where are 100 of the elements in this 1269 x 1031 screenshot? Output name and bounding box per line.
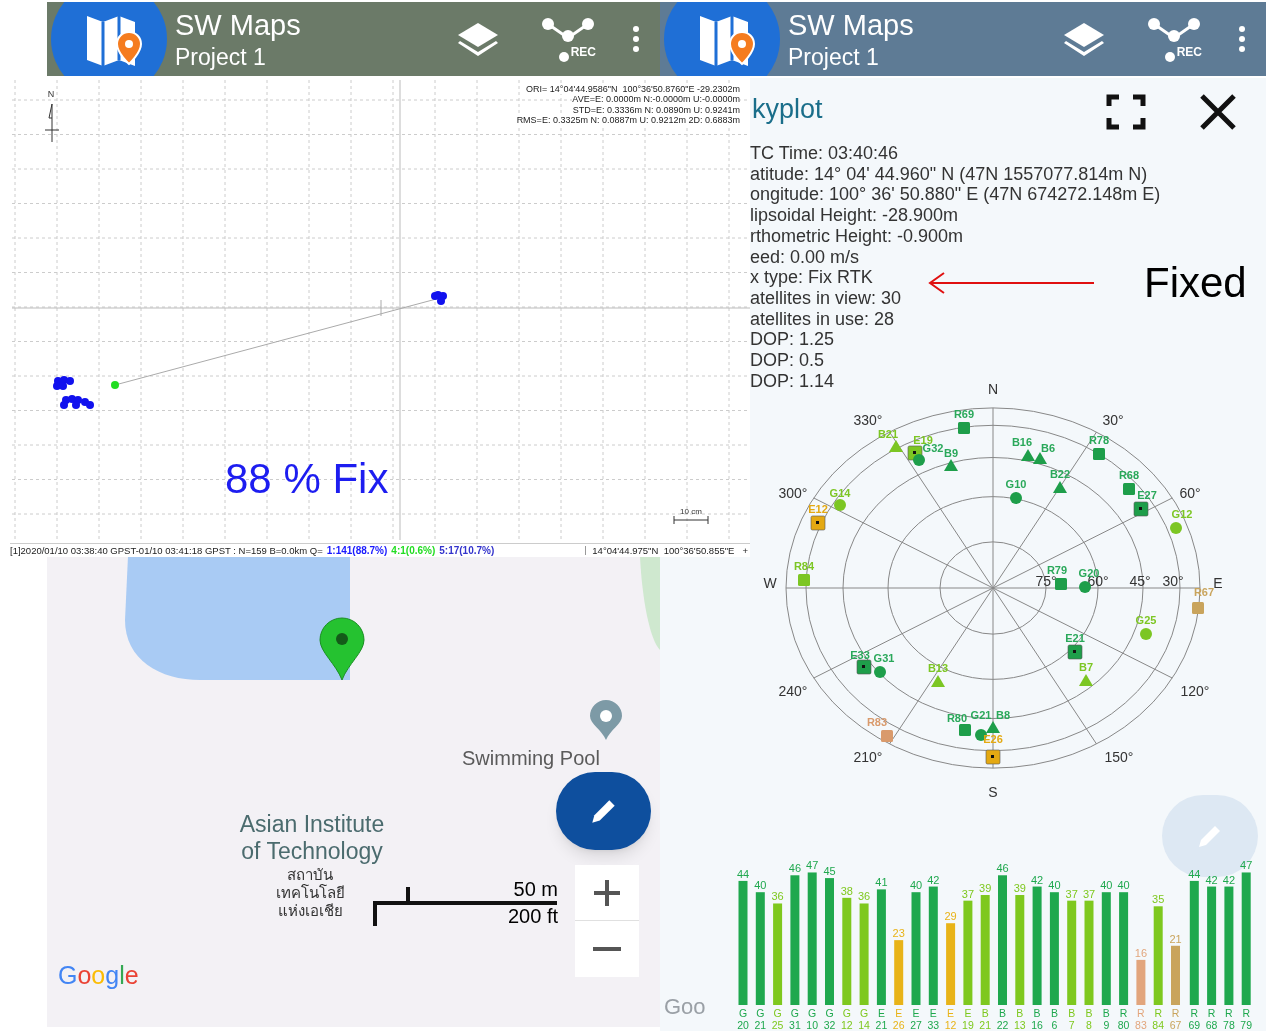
bar-value: 42 <box>1030 873 1044 886</box>
app-title: SW Maps <box>788 7 914 43</box>
app-title: SW Maps <box>175 7 301 43</box>
satellite-label: R67 <box>1193 586 1215 598</box>
satellite-label: R69 <box>953 408 975 420</box>
bar-value: 47 <box>806 859 819 872</box>
bar-value: 42 <box>1222 873 1236 886</box>
fix-label: 88 % Fix <box>225 458 389 500</box>
fix-point-cluster <box>53 376 94 409</box>
axis-label: R 67 <box>1169 1007 1182 1031</box>
bar-value: 46 <box>788 862 802 875</box>
bar-value: 44 <box>736 867 750 880</box>
axis-label: B 7 <box>1068 1007 1076 1031</box>
bar-value: 39 <box>1013 882 1026 894</box>
float-point <box>111 381 119 389</box>
record-button[interactable]: REC <box>1146 16 1202 62</box>
satellite-label: G12 <box>1171 508 1193 520</box>
record-button[interactable]: REC <box>540 16 596 62</box>
satellite-label: B9 <box>943 447 959 459</box>
tick-mark <box>380 299 382 317</box>
axis-label: E 12 <box>944 1007 957 1031</box>
azimuth-label: E <box>1213 575 1223 591</box>
place-label: Asian Institute of Technology <box>238 811 386 865</box>
bar-value: 23 <box>892 927 905 940</box>
axis-label: G 21 <box>754 1007 767 1031</box>
satellite-label: B21 <box>877 428 899 440</box>
axis-label: E 19 <box>962 1007 974 1031</box>
logo-text: Google <box>58 963 139 988</box>
bar-value: 40 <box>909 879 923 892</box>
elevation-label: 75° <box>1035 573 1057 589</box>
axis-label: E 27 <box>910 1007 922 1031</box>
info-text: DOP: 1.25 <box>750 329 835 351</box>
info-text: DOP: 0.5 <box>750 350 825 371</box>
scale-label: 200 ft <box>506 906 558 926</box>
info-text: TC Time: 03:40:46 <box>750 143 899 164</box>
bar-value: 36 <box>857 890 871 903</box>
axis-label: E 26 <box>892 1007 905 1031</box>
info-text: rthometric Height: -0.900m <box>750 225 964 247</box>
coordinate-text: 14°04'44.975"N 100°36'50.855"E <box>585 545 743 556</box>
axis-label: B 8 <box>1085 1007 1093 1031</box>
axis-label: R 69 <box>1188 1007 1201 1031</box>
axis-label: R 80 <box>1117 1007 1130 1031</box>
plus-icon <box>592 877 622 908</box>
satellite-label: E33 <box>850 649 870 661</box>
bar-value: 41 <box>875 876 888 889</box>
axis-label: G 32 <box>823 1007 836 1031</box>
satellite-label: G14 <box>829 487 851 499</box>
satellite-label: B7 <box>1078 661 1094 673</box>
axis-label: G 12 <box>840 1007 853 1031</box>
bar-value: 40 <box>1100 879 1113 892</box>
satellite-label: G21 <box>970 709 992 721</box>
satellite-label: R78 <box>1088 434 1110 446</box>
axis-label: G 31 <box>789 1007 801 1031</box>
project-name: Project 1 <box>175 42 267 72</box>
bar-value: 40 <box>1048 879 1061 892</box>
close-button[interactable] <box>1198 92 1238 132</box>
satellite-label: B22 <box>1049 468 1071 480</box>
bar-value: 37 <box>961 887 975 900</box>
satellite-label: E12 <box>808 503 828 515</box>
bar-value: 39 <box>979 882 992 894</box>
info-text: x type: Fix RTK <box>750 267 873 288</box>
bar-value: 16 <box>1134 946 1148 959</box>
location-marker <box>319 617 365 681</box>
elevation-label: 45° <box>1129 573 1151 589</box>
satellite-label: B13 <box>927 662 949 674</box>
close-icon <box>1198 92 1238 132</box>
axis-label: G 25 <box>771 1007 784 1031</box>
bar-value: 42 <box>1205 873 1218 886</box>
azimuth-label: 60° <box>1179 485 1201 501</box>
axis-label: B 16 <box>1031 1007 1043 1031</box>
quality-count: 1:141(88.7%) <box>326 545 388 556</box>
bar-value: 40 <box>754 879 767 892</box>
fullscreen-button[interactable] <box>1106 94 1146 130</box>
logo-text: Goo <box>664 996 706 1018</box>
azimuth-label: W <box>763 575 777 591</box>
satellite-label: E27 <box>1137 489 1157 501</box>
axis-label: B 9 <box>1102 1007 1110 1031</box>
axis-label: G 20 <box>737 1007 749 1031</box>
axis-label: G 14 <box>858 1007 870 1031</box>
bar-value: 35 <box>1152 893 1165 906</box>
elevation-label: 30° <box>1162 573 1184 589</box>
axis-label: R 84 <box>1152 1007 1165 1031</box>
bar-value: 21 <box>1169 932 1182 945</box>
info-text: DOP: 1.14 <box>750 370 835 392</box>
info-text: ongitude: 100° 36' 50.880" E (47N 674272.148m E) <box>750 184 1161 206</box>
scale-label: 10 cm <box>680 507 702 516</box>
scale-bar <box>673 515 709 525</box>
satellite-label: B6 <box>1040 442 1056 454</box>
satellite-label: E21 <box>1065 632 1085 644</box>
bar-value: 37 <box>1065 887 1078 900</box>
bar-value: 40 <box>1117 879 1130 892</box>
satellite-label: B16 <box>1011 436 1033 448</box>
info-text: atellites in use: 28 <box>750 308 895 330</box>
axis-label: E 33 <box>927 1007 940 1031</box>
status-text: [1]2020/01/10 03:38:40 GPST-01/10 03:41:18 GPST : N=159 B=0.0km Q= <box>10 545 323 556</box>
stats-text: ORI= 14°04'44.9586"N 100°36'50.8760"E -29.2302m <box>526 84 740 95</box>
azimuth-label: 30° <box>1102 412 1124 428</box>
azimuth-label: 150° <box>1104 749 1134 765</box>
axis-label: R 83 <box>1135 1007 1147 1031</box>
place-label: Swimming Pool <box>462 748 600 768</box>
